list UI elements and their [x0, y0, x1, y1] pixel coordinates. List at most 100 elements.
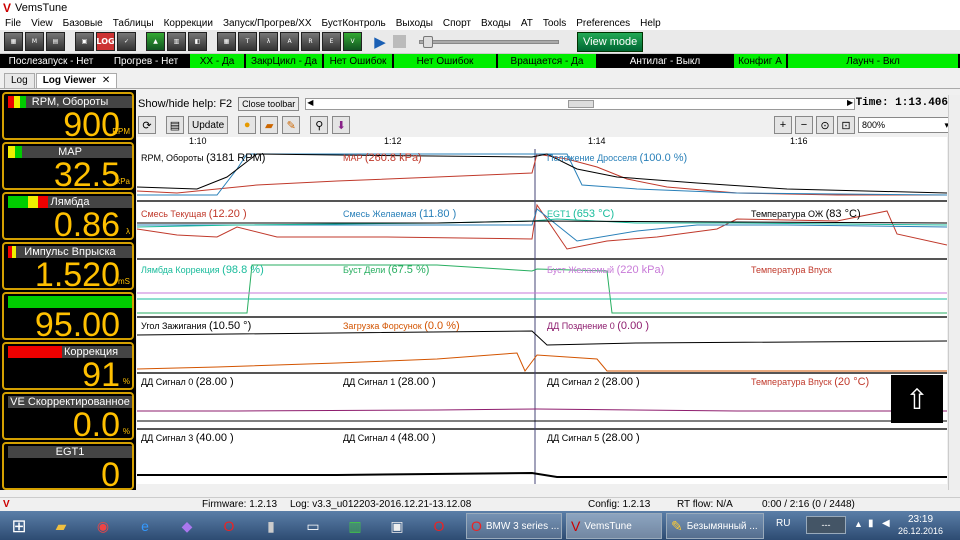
mir-icon[interactable]: M — [25, 32, 44, 51]
menu-preferences[interactable]: Preferences — [571, 18, 635, 29]
menu-boost-control[interactable]: БустКонтроль — [317, 18, 391, 29]
zoom-in-icon[interactable]: + — [774, 116, 792, 134]
refresh-icon[interactable]: ⟳ — [138, 116, 156, 134]
start-button-icon[interactable]: ⊞ — [4, 514, 34, 538]
channel-name: ДД Сигнал 0 — [141, 377, 194, 387]
channel-value: (0.00 ) — [617, 320, 650, 332]
explorer-icon[interactable]: ▰ — [46, 514, 76, 538]
menu-outputs[interactable]: Выходы — [391, 18, 438, 29]
zoom-select[interactable]: 800% ▾ — [858, 117, 950, 133]
close-tab-icon[interactable]: ✕ — [102, 75, 110, 86]
stop-icon[interactable] — [393, 35, 406, 48]
menu-view[interactable]: View — [26, 18, 58, 29]
help-hint: Show/hide help: F2 — [138, 98, 233, 110]
view-mode-button[interactable]: View mode — [577, 31, 644, 52]
menu-inputs[interactable]: Входы — [476, 18, 516, 29]
taskbar-app-label: VemsTune — [584, 520, 632, 532]
vertical-scrollbar[interactable] — [948, 95, 960, 490]
channel-label: Буст Желаемый (220 kPa) — [547, 264, 664, 276]
taskbar-app-browser[interactable]: O BMW 3 series ... — [466, 513, 562, 539]
volume-icon[interactable]: ◀ — [882, 518, 890, 529]
channel-label: MAP (260.8 kPa) — [343, 152, 422, 164]
tray-arrow-icon[interactable]: ▲ — [854, 519, 863, 529]
channel-label: Температура Впуск — [751, 264, 832, 276]
tps-icon[interactable]: T — [238, 32, 257, 51]
app-icon-2[interactable]: ▭ — [298, 514, 328, 538]
log-plot-area[interactable]: RPM, Обороты (3181 RPM) MAP (260.8 kPa) … — [137, 149, 947, 484]
zoom-fit-icon[interactable]: ⊙ — [816, 116, 834, 134]
slider-knob[interactable] — [422, 35, 433, 48]
graph-icon[interactable]: ▲ — [146, 32, 165, 51]
search-icon[interactable]: ⚲ — [310, 116, 329, 134]
network-icon[interactable]: ▮ — [868, 518, 874, 529]
open-folder-icon[interactable]: ▰ — [260, 116, 279, 134]
tab-strip: Log Log Viewer ✕ — [0, 72, 960, 89]
lambda-icon[interactable]: λ — [259, 32, 278, 51]
app-icon-3[interactable]: ▥ — [340, 514, 370, 538]
time-axis: 1:10 1:12 1:14 1:16 — [137, 136, 947, 149]
scroll-right-icon[interactable]: ▶ — [847, 98, 853, 107]
visual-studio-icon[interactable]: ◆ — [172, 514, 202, 538]
scroll-thumb[interactable] — [568, 100, 595, 108]
playback-slider[interactable] — [419, 35, 559, 48]
bosch-icon[interactable]: ▣ — [382, 514, 412, 538]
channels-icon[interactable]: ▤ — [166, 116, 184, 134]
close-toolbar-button[interactable]: Close toolbar — [238, 97, 300, 111]
play-icon[interactable]: ▶ — [372, 32, 388, 51]
menu-help[interactable]: Help — [635, 18, 666, 29]
adc-icon[interactable]: A — [280, 32, 299, 51]
edit-icon[interactable]: ✎ — [282, 116, 301, 134]
window-title: VemsTune — [15, 2, 68, 14]
map-icon[interactable]: ▦ — [217, 32, 236, 51]
gauge-value: 0.86 — [53, 206, 120, 240]
clock-date[interactable]: 26.12.2016 — [898, 526, 943, 536]
menu-tools[interactable]: Tools — [538, 18, 571, 29]
log-button[interactable]: LOG — [96, 32, 115, 51]
language-indicator[interactable]: RU — [776, 518, 790, 529]
scroll-left-icon[interactable]: ◀ — [307, 98, 313, 107]
channel-name: Буст Дели — [343, 265, 386, 275]
menu-start-warmup-idle[interactable]: Запуск/Прогрев/ХХ — [218, 18, 317, 29]
menu-tables[interactable]: Таблицы — [108, 18, 159, 29]
app-icon[interactable]: ▮ — [256, 514, 286, 538]
opera-icon[interactable]: O — [214, 514, 244, 538]
playback-position: 0:00 / 2:16 (0 / 2448) — [762, 499, 855, 510]
tab-log-viewer[interactable]: Log Viewer ✕ — [35, 73, 118, 88]
horizontal-scrollbar[interactable]: ◀ ▶ — [305, 98, 856, 110]
menu-file[interactable]: File — [0, 18, 26, 29]
status-flag-closed-loop: ЗакрЦикл - Да — [246, 54, 324, 68]
firmware-icon[interactable]: ▣ — [75, 32, 94, 51]
scroll-to-top-icon[interactable]: ⇧ — [891, 375, 943, 423]
ecu-settings-icon[interactable]: ▤ — [46, 32, 65, 51]
channel-name: Температура ОЖ — [751, 209, 824, 219]
marker-icon[interactable]: ● — [238, 116, 257, 134]
menu-base[interactable]: Базовые — [58, 18, 108, 29]
download-icon[interactable]: ⬇ — [332, 116, 351, 134]
status-flag-rotating: Вращается - Да — [498, 54, 598, 68]
tray-widget[interactable]: --- — [806, 516, 846, 534]
channel-value: (67.5 %) — [387, 264, 430, 276]
menu-sport[interactable]: Спорт — [438, 18, 476, 29]
status-flag-antilag: Антилаг - Выкл — [598, 54, 734, 68]
ie-icon[interactable]: e — [130, 514, 160, 538]
egt-icon[interactable]: E — [322, 32, 341, 51]
taskbar-app-vemstune[interactable]: V VemsTune — [566, 513, 662, 539]
rpm-icon[interactable]: R — [301, 32, 320, 51]
chrome-icon[interactable]: ◉ — [88, 514, 118, 538]
update-button[interactable]: Update — [188, 116, 229, 134]
tab-log[interactable]: Log — [4, 73, 35, 88]
3d-icon[interactable]: ◧ — [188, 32, 207, 51]
ecu-icon[interactable]: ▦ — [4, 32, 23, 51]
taskbar-app-paint[interactable]: ✎ Безымянный ... — [666, 513, 764, 539]
zoom-reset-icon[interactable]: ⊡ — [837, 116, 855, 134]
zoom-out-icon[interactable]: − — [795, 116, 813, 134]
table-icon[interactable]: ▥ — [167, 32, 186, 51]
check-icon[interactable]: ✓ — [117, 32, 136, 51]
menu-corrections[interactable]: Коррекции — [159, 18, 218, 29]
channel-label: Лямбда Коррекция (98.8 %) — [141, 264, 264, 276]
menu-at[interactable]: AT — [516, 18, 538, 29]
clock-time[interactable]: 23:19 — [908, 514, 933, 525]
channel-label: Угол Зажигания (10.50 °) — [141, 320, 251, 332]
opera-icon-2[interactable]: O — [424, 514, 454, 538]
ve-icon[interactable]: V — [343, 32, 362, 51]
